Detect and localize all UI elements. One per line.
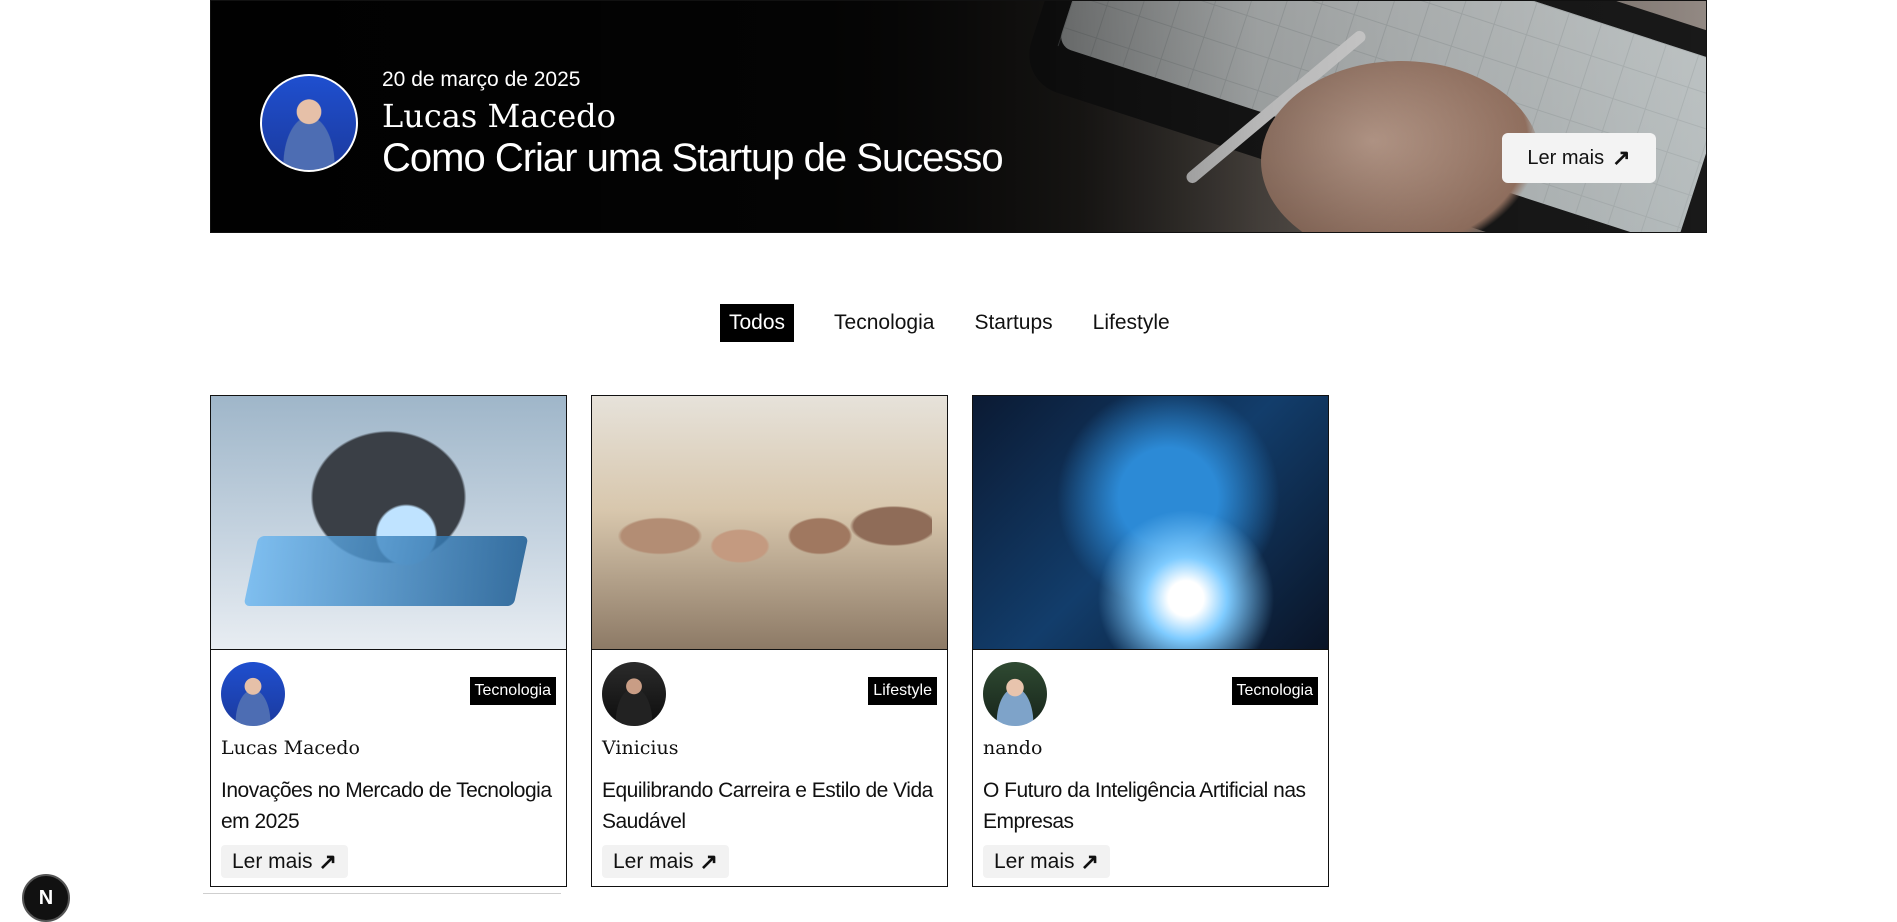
- read-more-button[interactable]: Ler mais ↗: [983, 845, 1110, 878]
- post-card[interactable]: Tecnologia nando O Futuro da Inteligênci…: [972, 395, 1329, 887]
- post-title: Equilibrando Carreira e Estilo de Vida S…: [602, 779, 933, 833]
- hero-author-avatar: [260, 74, 358, 172]
- read-more-label: Ler mais: [613, 849, 694, 873]
- post-image: [211, 396, 566, 650]
- category-badge: Lifestyle: [868, 677, 937, 705]
- author-avatar: [221, 662, 285, 726]
- hero-read-more-label: Ler mais: [1527, 146, 1605, 169]
- hero-date: 20 de março de 2025: [382, 68, 581, 91]
- author-avatar: [983, 662, 1047, 726]
- post-title: O Futuro da Inteligência Artificial nas …: [983, 779, 1306, 833]
- read-more-button[interactable]: Ler mais ↗: [602, 845, 729, 878]
- hero-read-more-button[interactable]: Ler mais ↗: [1502, 133, 1656, 183]
- post-card[interactable]: Tecnologia Lucas Macedo Inovações no Mer…: [210, 395, 567, 887]
- hero-title: Como Criar uma Startup de Sucesso: [382, 136, 1004, 180]
- post-card[interactable]: Lifestyle Vinicius Equilibrando Carreira…: [591, 395, 948, 887]
- post-author: nando: [983, 737, 1043, 759]
- arrow-up-right-icon: ↗: [699, 848, 718, 874]
- tab-tecnologia[interactable]: Tecnologia: [834, 311, 934, 335]
- category-badge: Tecnologia: [469, 677, 556, 705]
- divider: [203, 893, 561, 894]
- category-tabs: Todos Tecnologia Startups Lifestyle: [720, 304, 1210, 342]
- post-image: [973, 396, 1328, 650]
- post-image: [592, 396, 947, 650]
- post-title: Inovações no Mercado de Tecnologia em 20…: [221, 779, 552, 833]
- read-more-label: Ler mais: [232, 849, 313, 873]
- post-author: Lucas Macedo: [221, 737, 360, 759]
- read-more-button[interactable]: Ler mais ↗: [221, 845, 348, 878]
- tab-startups[interactable]: Startups: [974, 311, 1052, 335]
- hero-author-name: Lucas Macedo: [382, 97, 616, 135]
- n-logo-icon: N: [38, 886, 54, 909]
- tab-todos[interactable]: Todos: [720, 304, 795, 342]
- dev-tools-button[interactable]: N: [22, 874, 70, 922]
- arrow-up-right-icon: ↗: [318, 848, 337, 874]
- author-avatar: [602, 662, 666, 726]
- post-author: Vinicius: [602, 737, 679, 759]
- tab-lifestyle[interactable]: Lifestyle: [1093, 311, 1170, 335]
- arrow-up-right-icon: ↗: [1080, 848, 1099, 874]
- category-badge: Tecnologia: [1231, 677, 1318, 705]
- read-more-label: Ler mais: [994, 849, 1075, 873]
- arrow-up-right-icon: ↗: [1612, 145, 1631, 170]
